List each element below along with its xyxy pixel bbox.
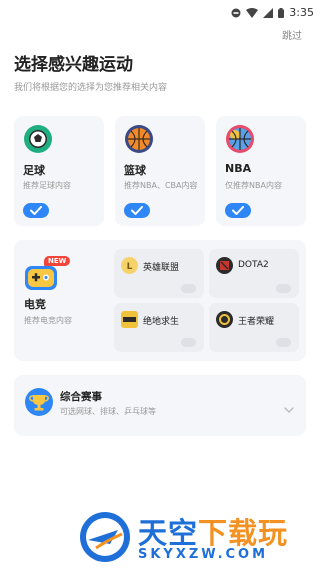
- minus-circle-icon: [231, 3, 241, 22]
- sport-name: NBA: [225, 162, 252, 175]
- game-name: DOTA2: [238, 260, 269, 270]
- esports-name: 电竞: [24, 298, 46, 311]
- lol-icon: L: [121, 257, 138, 274]
- combo-desc: 可选网球、排球、乒乓球等: [60, 407, 156, 416]
- sport-name: 篮球: [124, 164, 146, 177]
- combo-name: 综合赛事: [60, 391, 102, 403]
- status-bar: 3:35: [0, 0, 320, 20]
- sport-desc: 推荐NBA、CBA内容: [124, 181, 198, 190]
- dota2-icon: [216, 257, 233, 274]
- svg-text:L: L: [127, 262, 133, 272]
- selected-check-icon[interactable]: [225, 203, 251, 218]
- sport-card-soccer[interactable]: 足球 推荐足球内容: [14, 116, 104, 226]
- chevron-down-icon[interactable]: [284, 398, 294, 417]
- battery-icon: [278, 3, 285, 22]
- watermark-name: 天空下载玩: [138, 516, 289, 550]
- selected-check-icon[interactable]: [124, 203, 150, 218]
- esports-card[interactable]: NEW 电竞 推荐电竞内容 L 英雄联盟 DOTA2 绝地求生 王者荣耀: [14, 240, 306, 361]
- sport-name: 足球: [23, 164, 45, 177]
- combo-events-card[interactable]: 综合赛事 可选网球、排球、乒乓球等: [14, 375, 306, 436]
- honor-of-kings-icon: [216, 311, 233, 328]
- basketball-icon: [124, 124, 154, 154]
- sport-card-basketball[interactable]: 篮球 推荐NBA、CBA内容: [115, 116, 205, 226]
- unselected-check-icon[interactable]: [181, 284, 196, 293]
- watermark-url: SKYXZW.COM: [138, 547, 269, 562]
- selected-check-icon[interactable]: [23, 203, 49, 218]
- game-name: 绝地求生: [143, 317, 180, 327]
- nba-basketball-icon: [225, 124, 255, 154]
- soccer-ball-icon: [23, 124, 53, 154]
- game-card-pubg[interactable]: 绝地求生: [114, 303, 204, 352]
- sport-desc: 仅推荐NBA内容: [225, 181, 282, 190]
- sport-desc: 推荐足球内容: [23, 181, 71, 190]
- page-subtitle: 我们将根据您的选择为您推荐相关内容: [14, 83, 168, 93]
- wifi-icon: [246, 3, 259, 22]
- status-icons: 3:35: [231, 3, 314, 22]
- status-time: 3:35: [289, 6, 314, 19]
- unselected-check-icon[interactable]: [276, 284, 291, 293]
- pubg-icon: [121, 311, 138, 328]
- game-card-honor-of-kings[interactable]: 王者荣耀: [209, 303, 299, 352]
- trophy-icon: [24, 387, 54, 417]
- unselected-check-icon[interactable]: [181, 338, 196, 347]
- signal-icon: [263, 3, 274, 22]
- page-title: 选择感兴趣运动: [14, 55, 133, 75]
- unselected-check-icon[interactable]: [276, 338, 291, 347]
- sport-card-nba[interactable]: NBA 仅推荐NBA内容: [216, 116, 306, 226]
- watermark-logo-icon: [78, 510, 132, 564]
- skip-button[interactable]: 跳过: [282, 27, 302, 42]
- game-name: 英雄联盟: [143, 263, 180, 273]
- watermark: 天空下载玩 SKYXZW.COM: [74, 506, 320, 568]
- esports-desc: 推荐电竞内容: [24, 316, 72, 325]
- new-badge: NEW: [44, 256, 71, 266]
- game-name: 王者荣耀: [238, 317, 275, 327]
- game-card-dota2[interactable]: DOTA2: [209, 249, 299, 298]
- game-card-lol[interactable]: L 英雄联盟: [114, 249, 204, 298]
